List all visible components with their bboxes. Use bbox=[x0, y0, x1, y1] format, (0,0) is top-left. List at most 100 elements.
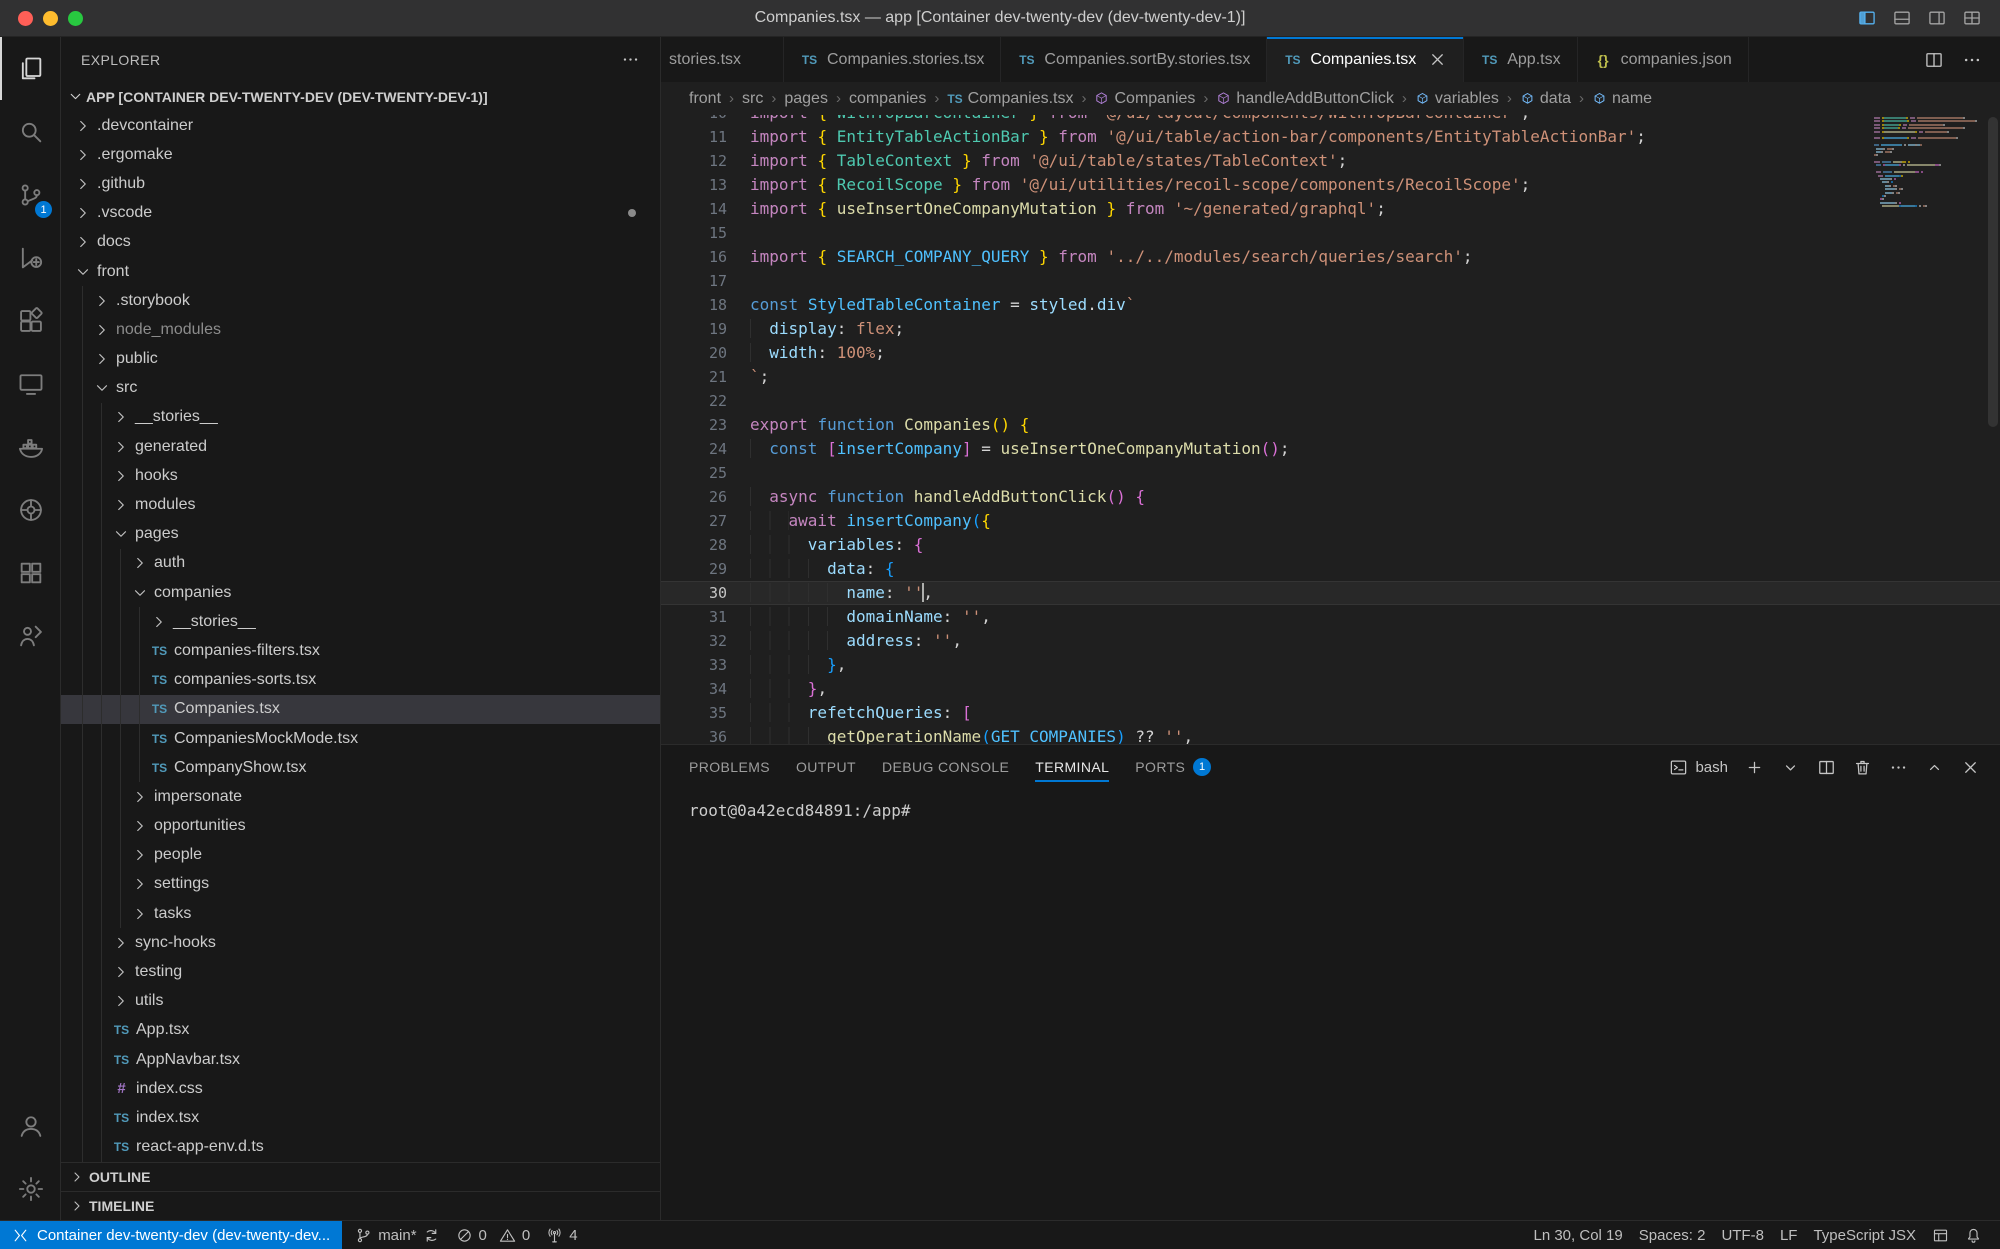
tab-stories.tsx[interactable]: stories.tsx bbox=[661, 37, 784, 82]
code-line-13[interactable]: 13import { RecoilScope } from '@/ui/util… bbox=[661, 173, 2000, 197]
code-line-33[interactable]: 33 }, bbox=[661, 653, 2000, 677]
code-line-20[interactable]: 20 width: 100%; bbox=[661, 341, 2000, 365]
breadcrumb-item-handleAddButtonClick[interactable]: handleAddButtonClick bbox=[1216, 90, 1393, 108]
code-line-14[interactable]: 14import { useInsertOneCompanyMutation }… bbox=[661, 197, 2000, 221]
tab-App.tsx[interactable]: TSApp.tsx bbox=[1464, 37, 1577, 82]
tree-item-.vscode[interactable]: .vscode bbox=[61, 199, 660, 228]
code-line-30[interactable]: 30 name: '', bbox=[661, 581, 2000, 605]
breadcrumb-item-name[interactable]: name bbox=[1592, 90, 1652, 108]
more-actions-icon[interactable] bbox=[1889, 758, 1908, 777]
code-line-27[interactable]: 27 await insertCompany({ bbox=[661, 509, 2000, 533]
encoding-indicator[interactable]: UTF-8 bbox=[1713, 1221, 1772, 1249]
explorer-more-actions-icon[interactable] bbox=[621, 50, 640, 69]
code-editor[interactable]: 10import { WithTopBarContainer } from '@… bbox=[661, 115, 2000, 744]
minimap[interactable] bbox=[1874, 117, 1986, 209]
shell-selector[interactable]: bash bbox=[1669, 758, 1728, 777]
breadcrumb-item-src[interactable]: src bbox=[742, 90, 763, 108]
remote-indicator[interactable]: Container dev-twenty-dev (dev-twenty-dev… bbox=[0, 1221, 342, 1249]
tree-item-people[interactable]: people bbox=[61, 841, 660, 870]
tree-item-react-app-env.d.ts[interactable]: TSreact-app-env.d.ts bbox=[61, 1133, 660, 1162]
activity-item-kubernetes[interactable] bbox=[0, 478, 60, 541]
minimize-window-button[interactable] bbox=[43, 11, 58, 26]
tree-item-tasks[interactable]: tasks bbox=[61, 899, 660, 928]
activity-item-account[interactable] bbox=[0, 1094, 60, 1157]
tree-item-src[interactable]: src bbox=[61, 374, 660, 403]
code-line-10[interactable]: 10import { WithTopBarContainer } from '@… bbox=[661, 115, 2000, 125]
activity-item-settings[interactable] bbox=[0, 1157, 60, 1220]
breadcrumb-item-variables[interactable]: variables bbox=[1415, 90, 1499, 108]
tab-companies.json[interactable]: {}companies.json bbox=[1578, 37, 1749, 82]
layout-panel-icon[interactable] bbox=[1892, 8, 1912, 28]
close-panel-icon[interactable] bbox=[1961, 758, 1980, 777]
tree-item-Companies.tsx[interactable]: TSCompanies.tsx bbox=[61, 695, 660, 724]
workspace-section-header[interactable]: APP [CONTAINER DEV-TWENTY-DEV (DEV-TWENT… bbox=[61, 82, 660, 111]
panel-tab-terminal[interactable]: TERMINAL bbox=[1035, 745, 1109, 789]
cursor-position[interactable]: Ln 30, Col 19 bbox=[1525, 1221, 1630, 1249]
code-line-26[interactable]: 26 async function handleAddButtonClick()… bbox=[661, 485, 2000, 509]
tree-item-.storybook[interactable]: .storybook bbox=[61, 286, 660, 315]
tree-item-hooks[interactable]: hooks bbox=[61, 461, 660, 490]
code-line-28[interactable]: 28 variables: { bbox=[661, 533, 2000, 557]
new-terminal-icon[interactable] bbox=[1745, 758, 1764, 777]
activity-item-test-explorer[interactable] bbox=[0, 541, 60, 604]
forwarded-ports-indicator[interactable]: 4 bbox=[538, 1221, 585, 1249]
code-line-25[interactable]: 25 bbox=[661, 461, 2000, 485]
split-terminal-icon[interactable] bbox=[1817, 758, 1836, 777]
layout-sidebar-right-icon[interactable] bbox=[1927, 8, 1947, 28]
code-line-35[interactable]: 35 refetchQueries: [ bbox=[661, 701, 2000, 725]
code-line-31[interactable]: 31 domainName: '', bbox=[661, 605, 2000, 629]
problems-indicator[interactable]: 0 0 bbox=[448, 1221, 539, 1249]
tab-Companies.tsx[interactable]: TSCompanies.tsx bbox=[1267, 37, 1464, 82]
code-line-18[interactable]: 18const StyledTableContainer = styled.di… bbox=[661, 293, 2000, 317]
code-line-19[interactable]: 19 display: flex; bbox=[661, 317, 2000, 341]
panel-tab-output[interactable]: OUTPUT bbox=[796, 745, 856, 789]
tree-item-CompaniesMockMode.tsx[interactable]: TSCompaniesMockMode.tsx bbox=[61, 724, 660, 753]
code-line-11[interactable]: 11import { EntityTableActionBar } from '… bbox=[661, 125, 2000, 149]
code-line-12[interactable]: 12import { TableContext } from '@/ui/tab… bbox=[661, 149, 2000, 173]
close-icon[interactable] bbox=[1428, 50, 1447, 69]
activity-item-extensions[interactable] bbox=[0, 289, 60, 352]
tree-item-impersonate[interactable]: impersonate bbox=[61, 782, 660, 811]
terminal[interactable]: root@0a42ecd84891:/app# bbox=[661, 789, 2000, 1220]
layout-indicator[interactable] bbox=[1924, 1221, 1957, 1249]
tab-Companies.stories.tsx[interactable]: TSCompanies.stories.tsx bbox=[784, 37, 1001, 82]
tree-item-.devcontainer[interactable]: .devcontainer bbox=[61, 111, 660, 140]
more-actions-icon[interactable] bbox=[1962, 50, 1982, 70]
maximize-panel-icon[interactable] bbox=[1925, 758, 1944, 777]
tree-item-.github[interactable]: .github bbox=[61, 169, 660, 198]
code-line-17[interactable]: 17 bbox=[661, 269, 2000, 293]
git-branch-indicator[interactable]: main* bbox=[347, 1221, 447, 1249]
code-line-24[interactable]: 24 const [insertCompany] = useInsertOneC… bbox=[661, 437, 2000, 461]
tree-item-modules[interactable]: modules bbox=[61, 490, 660, 519]
tree-item-companies-sorts.tsx[interactable]: TScompanies-sorts.tsx bbox=[61, 666, 660, 695]
code-line-23[interactable]: 23export function Companies() { bbox=[661, 413, 2000, 437]
code-line-22[interactable]: 22 bbox=[661, 389, 2000, 413]
layout-grid-icon[interactable] bbox=[1962, 8, 1982, 28]
tree-item-testing[interactable]: testing bbox=[61, 957, 660, 986]
code-line-36[interactable]: 36 getOperationName(GET_COMPANIES) ?? ''… bbox=[661, 725, 2000, 744]
close-window-button[interactable] bbox=[18, 11, 33, 26]
tree-item-companies[interactable]: companies bbox=[61, 578, 660, 607]
tree-item-App.tsx[interactable]: TSApp.tsx bbox=[61, 1016, 660, 1045]
tree-item-opportunities[interactable]: opportunities bbox=[61, 812, 660, 841]
panel-tab-problems[interactable]: PROBLEMS bbox=[689, 745, 770, 789]
breadcrumb-item-pages[interactable]: pages bbox=[784, 90, 828, 108]
layout-sidebar-left-icon[interactable] bbox=[1857, 8, 1877, 28]
notifications[interactable] bbox=[1957, 1221, 1990, 1249]
activity-item-live-share[interactable] bbox=[0, 604, 60, 667]
tree-item-__stories__[interactable]: __stories__ bbox=[61, 607, 660, 636]
split-editor-icon[interactable] bbox=[1924, 50, 1944, 70]
zoom-window-button[interactable] bbox=[68, 11, 83, 26]
breadcrumb-item-Companies.tsx[interactable]: TSCompanies.tsx bbox=[947, 90, 1073, 108]
activity-item-explorer[interactable] bbox=[0, 37, 60, 100]
panel-tab-debug-console[interactable]: DEBUG CONSOLE bbox=[882, 745, 1009, 789]
tree-item-utils[interactable]: utils bbox=[61, 987, 660, 1016]
breadcrumb-item-companies[interactable]: companies bbox=[849, 90, 926, 108]
kill-terminal-icon[interactable] bbox=[1853, 758, 1872, 777]
launch-profile-dropdown-icon[interactable] bbox=[1781, 758, 1800, 777]
tree-item-auth[interactable]: auth bbox=[61, 549, 660, 578]
activity-item-run-debug[interactable] bbox=[0, 226, 60, 289]
breadcrumb-item-data[interactable]: data bbox=[1520, 90, 1571, 108]
tree-item-generated[interactable]: generated bbox=[61, 432, 660, 461]
tree-item-pages[interactable]: pages bbox=[61, 520, 660, 549]
